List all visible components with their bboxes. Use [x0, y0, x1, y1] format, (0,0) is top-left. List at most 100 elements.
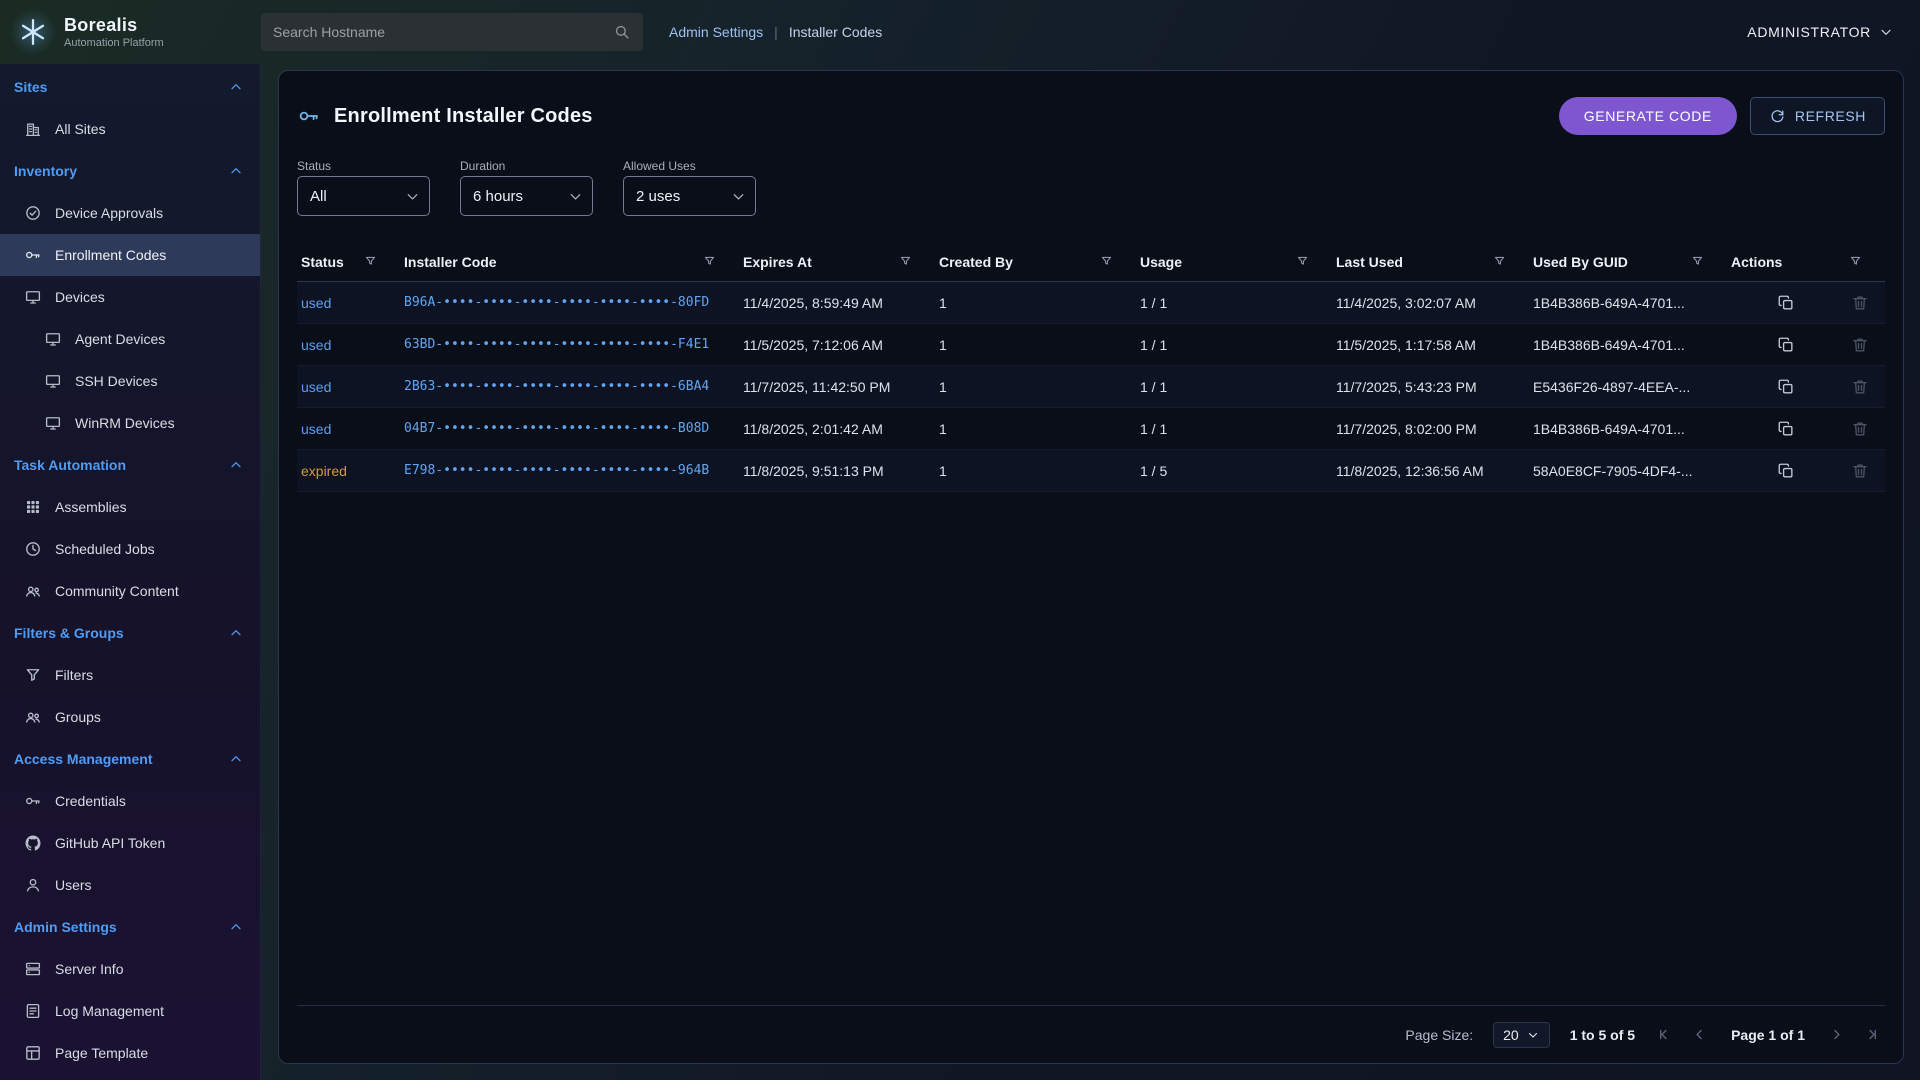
template-icon — [24, 1044, 42, 1062]
sidebar-item-winrm-devices[interactable]: WinRM Devices — [0, 402, 260, 444]
chevron-up-icon — [228, 457, 244, 473]
user-icon — [24, 876, 42, 894]
breadcrumb-admin-settings[interactable]: Admin Settings — [669, 24, 763, 40]
sidebar-section-task-automation[interactable]: Task Automation — [0, 444, 260, 486]
sidebar-item-agent-devices[interactable]: Agent Devices — [0, 318, 260, 360]
column-header-actions[interactable]: Actions — [1727, 254, 1885, 270]
sidebar-item-scheduled-jobs[interactable]: Scheduled Jobs — [0, 528, 260, 570]
sidebar-item-label: Log Management — [55, 1003, 164, 1019]
page-size-select[interactable]: 20 — [1493, 1022, 1550, 1048]
copy-code-button[interactable] — [1777, 420, 1795, 438]
filter-label: Allowed Uses — [623, 159, 756, 173]
sidebar-item-filters[interactable]: Filters — [0, 654, 260, 696]
sidebar-item-credentials[interactable]: Credentials — [0, 780, 260, 822]
sidebar-item-label: GitHub API Token — [55, 835, 165, 851]
sidebar-item-devices[interactable]: Devices — [0, 276, 260, 318]
table-row[interactable]: used04B7-••••-••••-••••-••••-••••-••••-B… — [297, 408, 1885, 450]
sidebar-item-groups[interactable]: Groups — [0, 696, 260, 738]
sidebar-item-enrollment-codes[interactable]: Enrollment Codes — [0, 234, 260, 276]
sidebar-section-admin-settings[interactable]: Admin Settings — [0, 906, 260, 948]
table-row[interactable]: used2B63-••••-••••-••••-••••-••••-••••-6… — [297, 366, 1885, 408]
column-header-used-by-guid[interactable]: Used By GUID — [1529, 254, 1727, 270]
column-header-label: Status — [301, 254, 344, 270]
sidebar-item-users[interactable]: Users — [0, 864, 260, 906]
last-page-button[interactable] — [1862, 1025, 1881, 1044]
copy-code-button[interactable] — [1777, 294, 1795, 312]
sidebar-item-device-approvals[interactable]: Device Approvals — [0, 192, 260, 234]
table-row[interactable]: expiredE798-••••-••••-••••-••••-••••-•••… — [297, 450, 1885, 492]
delete-code-button[interactable] — [1851, 378, 1869, 396]
column-header-created-by[interactable]: Created By — [935, 254, 1136, 270]
refresh-button[interactable]: REFRESH — [1750, 97, 1885, 135]
table-row[interactable]: usedB96A-••••-••••-••••-••••-••••-••••-8… — [297, 282, 1885, 324]
cell-installer-code: 04B7-••••-••••-••••-••••-••••-••••-B08D — [400, 421, 739, 436]
first-page-button[interactable] — [1655, 1025, 1674, 1044]
generate-code-button[interactable]: GENERATE CODE — [1559, 97, 1737, 135]
cell-expires-at: 11/7/2025, 11:42:50 PM — [739, 379, 935, 395]
filter-select-allowed-uses[interactable]: 2 uses — [623, 176, 756, 216]
filter-icon — [1492, 254, 1507, 269]
table-row[interactable]: used63BD-••••-••••-••••-••••-••••-••••-F… — [297, 324, 1885, 366]
sidebar-item-label: SSH Devices — [75, 373, 157, 389]
copy-code-button[interactable] — [1777, 378, 1795, 396]
sidebar-item-server-info[interactable]: Server Info — [0, 948, 260, 990]
sidebar-item-ssh-devices[interactable]: SSH Devices — [0, 360, 260, 402]
refresh-button-label: REFRESH — [1795, 108, 1866, 124]
cell-created-by: 1 — [935, 337, 1136, 353]
cell-installer-code: B96A-••••-••••-••••-••••-••••-••••-80FD — [400, 295, 739, 310]
delete-code-button[interactable] — [1851, 294, 1869, 312]
sidebar-item-page-template[interactable]: Page Template — [0, 1032, 260, 1074]
cell-last-used: 11/7/2025, 5:43:23 PM — [1332, 379, 1529, 395]
trash-icon — [1851, 420, 1869, 438]
copy-icon — [1777, 462, 1795, 480]
filter-select-duration[interactable]: 6 hours — [460, 176, 593, 216]
sidebar-section-sites[interactable]: Sites — [0, 66, 260, 108]
sidebar-section-access-management[interactable]: Access Management — [0, 738, 260, 780]
filter-value: All — [310, 188, 327, 205]
sidebar-item-label: Assemblies — [55, 499, 127, 515]
sidebar-item-label: Devices — [55, 289, 105, 305]
sidebar-item-all-sites[interactable]: All Sites — [0, 108, 260, 150]
previous-page-button[interactable] — [1690, 1025, 1709, 1044]
chevron-up-icon — [228, 163, 244, 179]
column-header-installer-code[interactable]: Installer Code — [400, 254, 739, 270]
sidebar-item-label: All Sites — [55, 121, 106, 137]
cell-usage: 1 / 5 — [1136, 463, 1332, 479]
cell-last-used: 11/8/2025, 12:36:56 AM — [1332, 463, 1529, 479]
sidebar-item-label: Page Template — [55, 1045, 148, 1061]
column-header-last-used[interactable]: Last Used — [1332, 254, 1529, 270]
sidebar-item-assemblies[interactable]: Assemblies — [0, 486, 260, 528]
next-page-button[interactable] — [1827, 1025, 1846, 1044]
search-box[interactable] — [261, 13, 643, 51]
sidebar-item-community-content[interactable]: Community Content — [0, 570, 260, 612]
breadcrumb-installer-codes[interactable]: Installer Codes — [789, 24, 882, 40]
delete-code-button[interactable] — [1851, 420, 1869, 438]
sidebar-item-github-api-token[interactable]: GitHub API Token — [0, 822, 260, 864]
breadcrumb-separator: | — [774, 24, 778, 40]
key-icon — [24, 792, 42, 810]
column-header-usage[interactable]: Usage — [1136, 254, 1332, 270]
device-approvals-icon — [24, 204, 42, 222]
copy-code-button[interactable] — [1777, 336, 1795, 354]
column-header-expires-at[interactable]: Expires At — [739, 254, 935, 270]
chevron-up-icon — [228, 625, 244, 641]
sidebar-section-inventory[interactable]: Inventory — [0, 150, 260, 192]
content-panel: Enrollment Installer Codes GENERATE CODE… — [278, 70, 1904, 1064]
sidebar-item-log-management[interactable]: Log Management — [0, 990, 260, 1032]
column-header-status[interactable]: Status — [297, 254, 400, 270]
log-icon — [24, 1002, 42, 1020]
delete-code-button[interactable] — [1851, 336, 1869, 354]
cell-expires-at: 11/8/2025, 9:51:13 PM — [739, 463, 935, 479]
cell-actions — [1727, 336, 1885, 354]
cell-used-by-guid: E5436F26-4897-4EEA-... — [1529, 379, 1727, 395]
chevron-down-icon — [404, 188, 421, 205]
installer-codes-table: Status Installer CodeExpires AtCreated By… — [297, 242, 1885, 1005]
copy-code-button[interactable] — [1777, 462, 1795, 480]
search-input[interactable] — [273, 24, 613, 40]
user-menu[interactable]: ADMINISTRATOR — [1747, 24, 1894, 40]
people-icon — [24, 582, 42, 600]
sidebar-section-label: Access Management — [14, 751, 153, 767]
filter-select-status[interactable]: All — [297, 176, 430, 216]
sidebar-section-filters-groups[interactable]: Filters & Groups — [0, 612, 260, 654]
delete-code-button[interactable] — [1851, 462, 1869, 480]
